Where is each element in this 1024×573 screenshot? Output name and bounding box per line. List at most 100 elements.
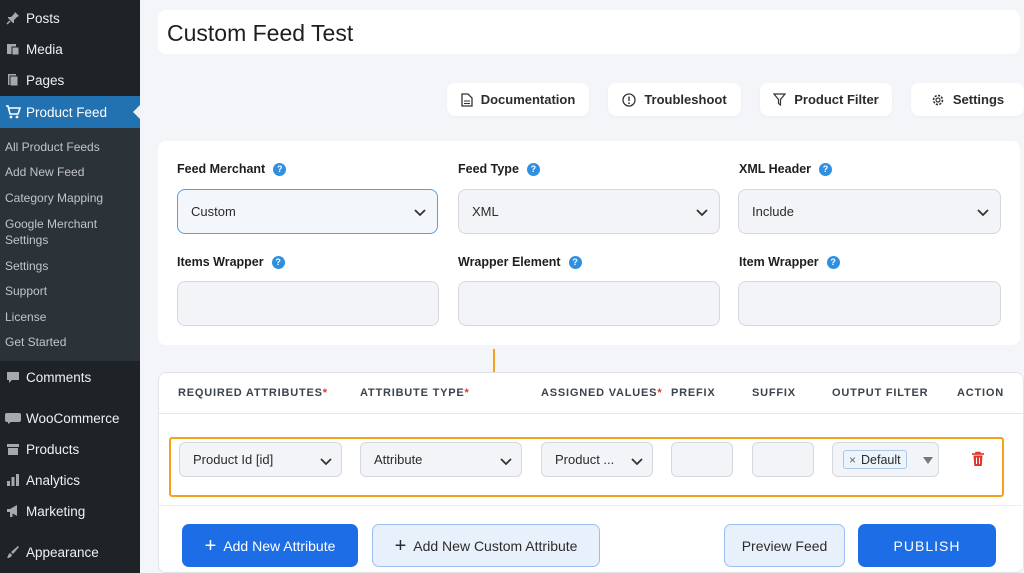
megaphone-icon <box>0 504 26 518</box>
feed-type-label-text: Feed Type <box>458 162 519 176</box>
preview-feed-button[interactable]: Preview Feed <box>724 524 845 567</box>
filter-icon <box>773 93 787 106</box>
submenu-item-google-merchant[interactable]: Google Merchant Settings <box>5 216 135 248</box>
menu-label: Analytics <box>26 472 81 488</box>
menu-item-posts[interactable]: Posts <box>0 3 140 33</box>
product-filter-button[interactable]: Product Filter <box>760 83 892 116</box>
col-type-text: ATTRIBUTE TYPE <box>360 387 465 399</box>
menu-item-comments[interactable]: Comments <box>0 362 140 392</box>
submenu-item-license[interactable]: License <box>5 309 135 325</box>
menu-item-media[interactable]: Media <box>0 34 140 64</box>
feed-type-value: XML <box>472 204 499 219</box>
required-attribute-value: Product Id [id] <box>193 452 274 467</box>
admin-sidebar: Posts Media Pages Product Feed All Produ… <box>0 0 141 573</box>
feed-merchant-value: Custom <box>191 204 236 219</box>
col-action: ACTION <box>957 387 1004 399</box>
add-custom-attribute-button[interactable]: + Add New Custom Attribute <box>372 524 600 567</box>
submenu-item-add-feed[interactable]: Add New Feed <box>5 164 135 180</box>
help-icon[interactable]: ? <box>568 255 582 269</box>
pages-icon <box>0 73 26 87</box>
cart-icon <box>0 105 26 119</box>
items-wrapper-label: Items Wrapper ? <box>177 255 285 269</box>
col-output-filter: OUTPUT FILTER <box>832 387 929 399</box>
help-icon[interactable]: ? <box>271 255 285 269</box>
main-content: Custom Feed Test Documentation Troublesh… <box>140 0 1024 573</box>
attribute-type-value: Attribute <box>374 452 423 467</box>
tag-remove-icon[interactable]: × <box>849 453 856 467</box>
attribute-type-select[interactable]: Attribute <box>360 442 522 477</box>
xml-header-select[interactable]: Include <box>738 189 1001 234</box>
menu-item-appearance[interactable]: Appearance <box>0 537 140 567</box>
menu-item-product-feed[interactable]: Product Feed <box>0 96 141 128</box>
wrapper-element-input[interactable] <box>458 281 720 326</box>
menu-item-pages[interactable]: Pages <box>0 65 140 95</box>
feed-merchant-label: Feed Merchant ? <box>177 162 287 176</box>
item-wrapper-input[interactable] <box>738 281 1001 326</box>
feed-merchant-select[interactable]: Custom <box>177 189 438 234</box>
media-icon <box>0 42 26 56</box>
page-title[interactable]: Custom Feed Test <box>167 20 353 47</box>
xml-header-label-text: XML Header <box>739 162 812 176</box>
help-icon[interactable]: ? <box>273 162 287 176</box>
required-mark: * <box>322 387 328 399</box>
item-wrapper-label: Item Wrapper ? <box>739 255 840 269</box>
pin-icon <box>0 11 26 25</box>
prefix-input[interactable] <box>671 442 733 477</box>
assigned-value: Product ... <box>555 452 615 467</box>
publish-label: PUBLISH <box>893 537 961 554</box>
suffix-input[interactable] <box>752 442 814 477</box>
menu-item-analytics[interactable]: Analytics <box>0 465 140 495</box>
submenu-item-all-feeds[interactable]: All Product Feeds <box>5 139 135 155</box>
chevron-down-icon <box>414 209 426 217</box>
output-filter-tag-label: Default <box>861 452 901 467</box>
info-circle-icon <box>622 92 636 107</box>
documentation-label: Documentation <box>480 92 576 107</box>
menu-label: Product Feed <box>26 104 108 120</box>
submenu-item-category-mapping[interactable]: Category Mapping <box>5 190 135 206</box>
col-attribute-type: ATTRIBUTE TYPE* <box>360 387 470 399</box>
help-icon[interactable]: ? <box>526 162 540 176</box>
help-icon[interactable]: ? <box>826 255 840 269</box>
menu-item-marketing[interactable]: Marketing <box>0 496 140 526</box>
menu-label: Marketing <box>26 503 86 519</box>
menu-label: Comments <box>26 369 92 385</box>
table-footer-divider <box>159 505 1024 506</box>
settings-label: Settings <box>952 92 1005 107</box>
menu-item-woocommerce[interactable]: WooCommerce <box>0 403 140 433</box>
menu-label: Posts <box>26 10 60 26</box>
required-mark: * <box>464 387 470 399</box>
settings-button[interactable]: Settings <box>911 83 1024 116</box>
caret-down-icon <box>923 457 933 464</box>
col-required-attributes: REQUIRED ATTRIBUTES* <box>178 387 328 399</box>
submenu-item-get-started[interactable]: Get Started <box>5 334 135 350</box>
chevron-down-icon <box>977 209 989 217</box>
items-wrapper-input[interactable] <box>177 281 439 326</box>
menu-label: WooCommerce <box>26 410 120 426</box>
submenu-item-support[interactable]: Support <box>5 283 135 299</box>
chevron-down-icon <box>631 458 643 466</box>
output-filter-select[interactable]: × Default <box>832 442 939 477</box>
wrapper-element-label: Wrapper Element ? <box>458 255 582 269</box>
menu-item-products[interactable]: Products <box>0 434 140 464</box>
submenu-item-settings[interactable]: Settings <box>5 258 135 274</box>
add-new-attribute-button[interactable]: + Add New Attribute <box>182 524 358 567</box>
troubleshoot-label: Troubleshoot <box>644 92 727 107</box>
xml-header-value: Include <box>752 204 794 219</box>
publish-button[interactable]: PUBLISH <box>858 524 996 567</box>
col-prefix: PREFIX <box>671 387 716 399</box>
table-header-divider <box>159 413 1024 414</box>
menu-label: Products <box>26 441 80 457</box>
menu-label: Appearance <box>26 544 99 560</box>
feed-type-select[interactable]: XML <box>458 189 720 234</box>
help-icon[interactable]: ? <box>819 162 833 176</box>
comment-icon <box>0 370 26 384</box>
documentation-button[interactable]: Documentation <box>447 83 589 116</box>
required-attribute-select[interactable]: Product Id [id] <box>179 442 342 477</box>
col-assigned-values: ASSIGNED VALUES* <box>541 387 662 399</box>
troubleshoot-button[interactable]: Troubleshoot <box>608 83 741 116</box>
feed-merchant-label-text: Feed Merchant <box>177 162 266 176</box>
assigned-value-select[interactable]: Product ... <box>541 442 653 477</box>
trash-icon[interactable] <box>971 451 985 467</box>
col-required-text: REQUIRED ATTRIBUTES <box>178 387 323 399</box>
feed-title-box[interactable]: Custom Feed Test <box>158 10 1020 54</box>
